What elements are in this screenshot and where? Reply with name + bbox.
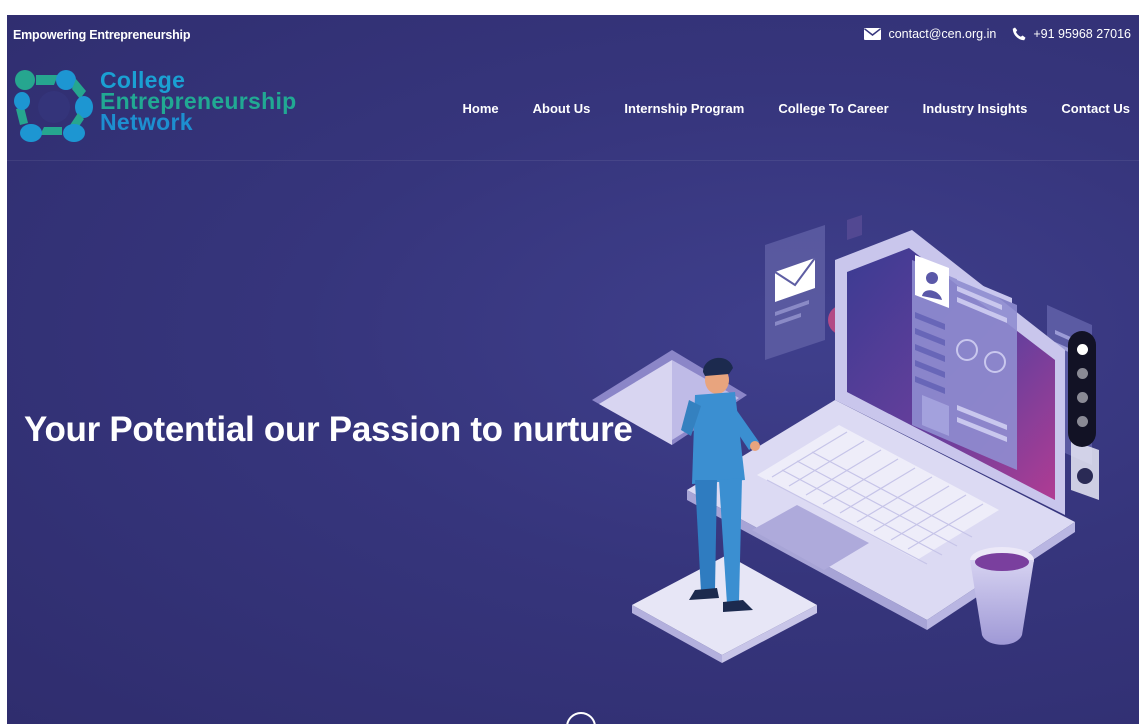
- tagline: Empowering Entrepreneurship: [13, 28, 191, 42]
- slider-pagination: [1068, 331, 1096, 447]
- envelope-icon: [864, 28, 882, 40]
- network-logo-icon: [14, 70, 93, 142]
- logo-text: College Entrepreneurship Network: [100, 69, 297, 135]
- phone-link[interactable]: +91 95968 27016: [1033, 27, 1131, 41]
- site-header: College Entrepreneurship Network Home Ab…: [7, 53, 1139, 161]
- nav-college-to-career[interactable]: College To Career: [778, 101, 888, 116]
- hero-title: Your Potential our Passion to nurture: [24, 410, 633, 449]
- nav-internship-program[interactable]: Internship Program: [624, 101, 744, 116]
- nav-about-us[interactable]: About Us: [533, 101, 591, 116]
- contact-info: contact@cen.org.in +91 95968 27016: [864, 27, 1131, 41]
- email-card-icon: [765, 225, 825, 360]
- email-link[interactable]: contact@cen.org.in: [888, 27, 996, 41]
- hero-illustration: [592, 215, 1099, 663]
- nav-home[interactable]: Home: [463, 101, 499, 116]
- site-logo[interactable]: College Entrepreneurship Network: [14, 69, 297, 143]
- slider-dot-4[interactable]: [1076, 416, 1088, 427]
- slider-dot-1[interactable]: [1076, 344, 1088, 355]
- page-frame: Empowering Entrepreneurship contact@cen.…: [7, 15, 1139, 724]
- phone-icon: [1012, 27, 1026, 41]
- top-bar: Empowering Entrepreneurship contact@cen.…: [7, 15, 1139, 53]
- slider-dot-2[interactable]: [1076, 368, 1088, 379]
- main-nav: Home About Us Internship Program College…: [429, 101, 1130, 116]
- nav-contact-us[interactable]: Contact Us: [1061, 101, 1130, 116]
- slider-dot-3[interactable]: [1076, 392, 1088, 403]
- logo-line-network: Network: [100, 109, 193, 135]
- bin-illustration: [970, 547, 1034, 645]
- nav-industry-insights[interactable]: Industry Insights: [923, 101, 1028, 116]
- scroll-down-icon[interactable]: [566, 712, 596, 724]
